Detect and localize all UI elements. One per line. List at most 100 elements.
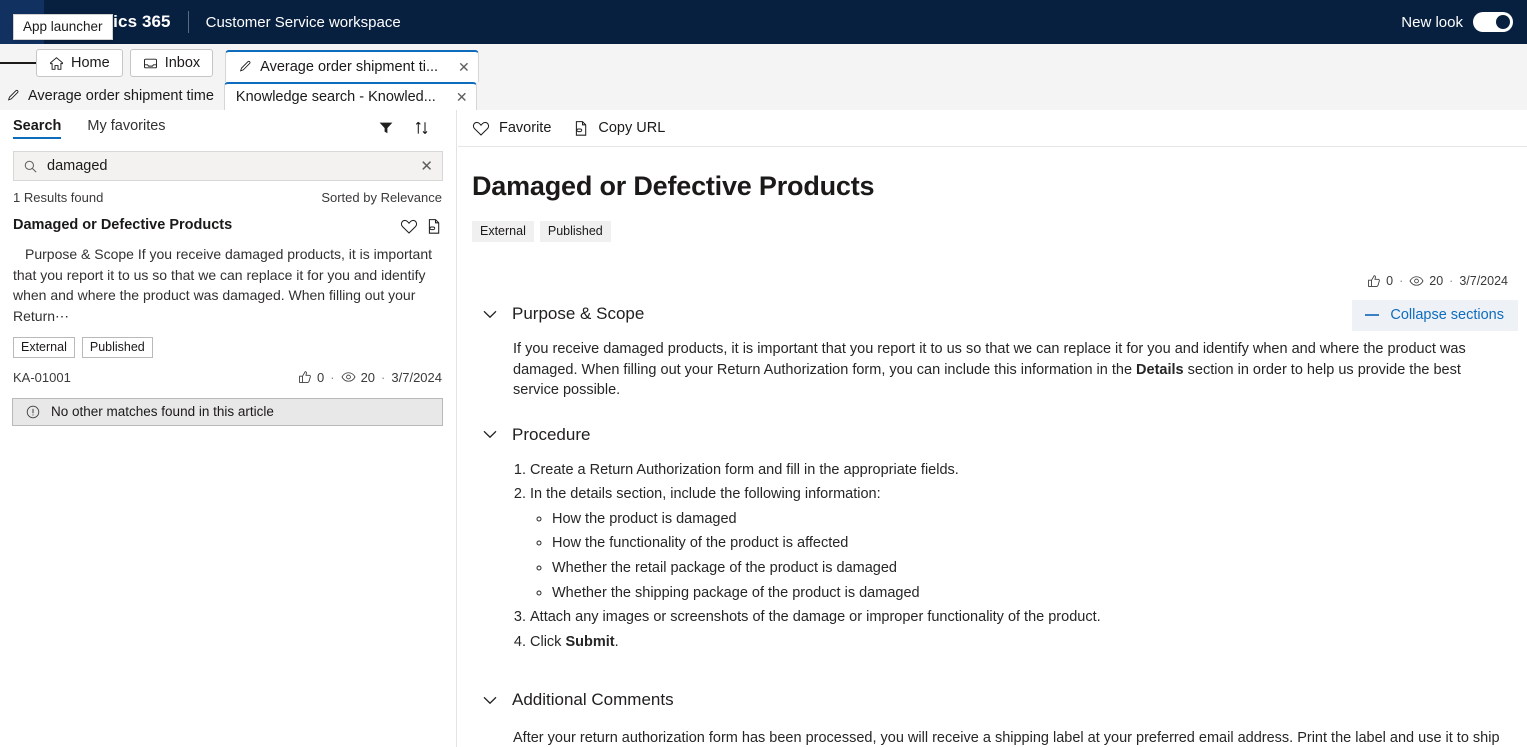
- search-panel-tools: [378, 120, 448, 136]
- site-map-toggle-button[interactable]: [0, 44, 36, 82]
- home-icon: [50, 56, 63, 70]
- search-result-meta: 1 Results found Sorted by Relevance: [0, 181, 456, 205]
- toggle-knob: [1496, 15, 1510, 29]
- pencil-icon: [240, 60, 251, 72]
- copy-url-command-label: Copy URL: [598, 120, 666, 136]
- procedure-substep: Whether the shipping package of the prod…: [552, 583, 1509, 604]
- section-procedure: Procedure Create a Return Authorization …: [472, 425, 1509, 653]
- favorite-command[interactable]: Favorite: [472, 120, 551, 137]
- section-header[interactable]: Additional Comments: [472, 690, 1509, 710]
- likes-stat: 0: [1367, 274, 1393, 288]
- section-paragraph: If you receive damaged products, it is i…: [513, 339, 1509, 401]
- brand-divider: [187, 11, 189, 33]
- stat-separator: ·: [1449, 274, 1454, 288]
- search-result-snippet: Purpose & Scope If you receive damaged p…: [13, 246, 432, 325]
- new-look-label: New look: [1401, 13, 1463, 31]
- clear-search-icon[interactable]: ✕: [420, 159, 433, 174]
- stat-separator: ·: [381, 369, 386, 385]
- chevron-down-icon: [483, 310, 497, 318]
- article-title: Damaged or Defective Products: [472, 171, 875, 201]
- sort-button[interactable]: [414, 120, 430, 136]
- section-paragraph: After your return authorization form has…: [513, 730, 1500, 747]
- filter-icon: [379, 122, 393, 134]
- copy-link-icon: [428, 219, 440, 234]
- workspace-title: Customer Service workspace: [205, 13, 401, 31]
- procedure-step: In the details section, include the foll…: [530, 484, 1509, 603]
- collapse-icon: [1365, 314, 1380, 316]
- new-look-toggle[interactable]: [1473, 12, 1513, 32]
- search-result-card[interactable]: Damaged or Defective Products Purpose & …: [0, 205, 456, 385]
- procedure-step: Click Submit.: [530, 632, 1509, 653]
- tab-my-favorites[interactable]: My favorites: [87, 118, 165, 139]
- collapse-sections-button[interactable]: Collapse sections: [1352, 300, 1518, 331]
- secondary-tab-strip: Average order shipment time Knowledge se…: [0, 82, 1527, 110]
- tag-published: Published: [81, 336, 153, 358]
- results-count-label: 1 Results found: [13, 190, 104, 205]
- article-sections: Purpose & Scope If you receive damaged p…: [472, 304, 1509, 747]
- submit-bold: Submit: [565, 633, 615, 650]
- inbox-icon: [143, 58, 157, 68]
- modified-date: 3/7/2024: [1459, 274, 1508, 288]
- procedure-substep: How the product is damaged: [552, 509, 1509, 530]
- no-other-matches-label: No other matches found in this article: [51, 404, 274, 420]
- likes-count: 0: [1386, 274, 1394, 288]
- tab-search[interactable]: Search: [13, 118, 62, 139]
- procedure-step-text: Click: [530, 633, 566, 650]
- nav-button-inbox[interactable]: Inbox: [129, 49, 214, 77]
- info-icon: [26, 405, 40, 419]
- article-tags: External Published: [472, 221, 1509, 242]
- search-result-footer: KA-01001 0 · 20 · 3/7/2024: [13, 370, 442, 385]
- procedure-list: Create a Return Authorization form and f…: [472, 460, 1509, 653]
- modified-date: 3/7/2024: [391, 369, 442, 385]
- filter-button[interactable]: [378, 120, 394, 136]
- views-count: 20: [1429, 274, 1444, 288]
- no-other-matches-banner: No other matches found in this article: [12, 397, 443, 426]
- procedure-step: Attach any images or screenshots of the …: [530, 607, 1509, 628]
- app-tab-knowledge-search[interactable]: Knowledge search - Knowled... ✕: [223, 82, 477, 110]
- search-input[interactable]: [47, 158, 412, 174]
- favorite-button[interactable]: [400, 218, 418, 235]
- copy-link-icon: [576, 120, 587, 136]
- session-context-item[interactable]: Average order shipment time: [0, 82, 224, 110]
- procedure-substep: Whether the retail package of the produc…: [552, 558, 1509, 579]
- procedure-step-tail: .: [614, 633, 619, 650]
- likes-count: 0: [317, 369, 325, 385]
- heart-icon: [400, 219, 418, 234]
- copy-url-button[interactable]: [426, 218, 442, 235]
- sort-order-label[interactable]: Sorted by Relevance: [321, 190, 442, 205]
- section-header[interactable]: Procedure: [472, 425, 1509, 445]
- thumbs-up-icon: [299, 371, 311, 384]
- nav-button-home[interactable]: Home: [36, 49, 123, 77]
- stat-separator: ·: [330, 369, 335, 385]
- knowledge-search-panel: Search My favorites ✕ 1 Results found So…: [0, 110, 457, 747]
- heart-icon: [472, 121, 490, 136]
- session-tab-active[interactable]: Average order shipment ti... ✕: [225, 50, 479, 82]
- session-tab-close-icon[interactable]: ✕: [446, 60, 470, 74]
- search-result-title[interactable]: Damaged or Defective Products: [13, 217, 232, 234]
- app-launcher-tooltip: App launcher: [13, 14, 113, 40]
- search-result-tags: External Published: [13, 336, 442, 358]
- hamburger-icon-line: [0, 62, 12, 64]
- app-tab-close-icon[interactable]: ✕: [444, 90, 468, 104]
- eye-icon: [341, 372, 356, 383]
- copy-url-command[interactable]: Copy URL: [573, 120, 665, 137]
- top-navigation-bar: Dynamics 365 Customer Service workspace …: [0, 0, 1527, 44]
- section-additional-comments: Additional Comments After your return au…: [472, 690, 1509, 747]
- nav-button-home-label: Home: [71, 55, 110, 71]
- section-content: Create a Return Authorization form and f…: [472, 460, 1509, 653]
- chevron-down-icon: [483, 431, 497, 439]
- eye-icon: [1409, 276, 1424, 286]
- pencil-icon: [7, 89, 19, 101]
- search-input-container[interactable]: ✕: [13, 151, 443, 181]
- search-result-header: Damaged or Defective Products: [13, 217, 442, 235]
- procedure-step: Create a Return Authorization form and f…: [530, 460, 1509, 481]
- section-content: If you receive damaged products, it is i…: [472, 339, 1509, 401]
- thumbs-up-icon: [1368, 275, 1380, 287]
- procedure-step-text: In the details section, include the foll…: [530, 486, 881, 503]
- section-title: Procedure: [512, 424, 591, 444]
- sort-icon: [415, 121, 428, 134]
- article-command-bar: Favorite Copy URL: [458, 110, 1527, 147]
- tag-external: External: [13, 336, 75, 358]
- search-result-actions: [400, 217, 442, 235]
- app-tab-label: Knowledge search - Knowled...: [235, 89, 436, 105]
